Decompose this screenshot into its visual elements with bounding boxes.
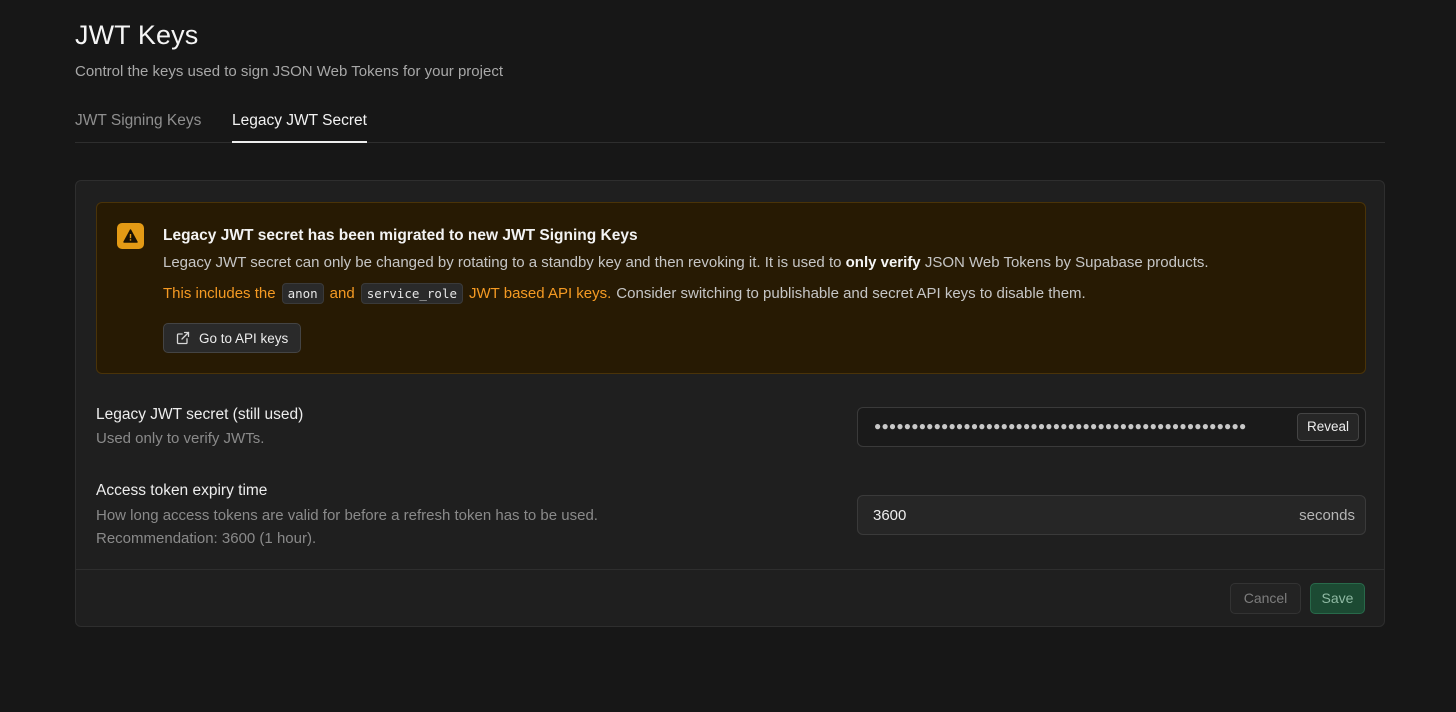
warning-icon xyxy=(117,223,144,249)
go-to-api-keys-button[interactable]: Go to API keys xyxy=(163,323,302,353)
card-footer: Cancel Save xyxy=(76,569,1384,627)
alert-text: JSON Web Tokens by Supabase products. xyxy=(920,254,1209,271)
alert-description: Legacy JWT secret can only be changed by… xyxy=(163,254,1209,271)
settings-card: Legacy JWT secret has been migrated to n… xyxy=(75,180,1385,627)
alert-api-keys-note: This includes the anon and service_role … xyxy=(163,283,1086,304)
expiry-recommendation: Recommendation: 3600 (1 hour). xyxy=(96,530,317,547)
expiry-field: seconds xyxy=(857,495,1366,535)
alert-text: Legacy JWT secret can only be changed by… xyxy=(163,254,846,271)
legacy-secret-label: Legacy JWT secret (still used) xyxy=(96,406,304,423)
anon-key-code: anon xyxy=(281,283,324,304)
tab-bar: JWT Signing Keys Legacy JWT Secret xyxy=(75,106,1385,143)
expiry-unit: seconds xyxy=(1299,507,1355,524)
page-subtitle: Control the keys used to sign JSON Web T… xyxy=(75,63,503,80)
tab-legacy-jwt-secret[interactable]: Legacy JWT Secret xyxy=(232,106,367,143)
page-title: JWT Keys xyxy=(75,20,199,50)
alert-note-text: JWT based API keys. xyxy=(469,285,612,302)
alert-title: Legacy JWT secret has been migrated to n… xyxy=(163,227,638,244)
save-button[interactable]: Save xyxy=(1310,583,1365,614)
legacy-secret-field[interactable]: ●●●●●●●●●●●●●●●●●●●●●●●●●●●●●●●●●●●●●●●●… xyxy=(857,407,1366,447)
reveal-button[interactable]: Reveal xyxy=(1296,413,1359,441)
masked-secret-value: ●●●●●●●●●●●●●●●●●●●●●●●●●●●●●●●●●●●●●●●●… xyxy=(874,419,1247,433)
service-role-key-code: service_role xyxy=(360,283,464,304)
tab-jwt-signing-keys[interactable]: JWT Signing Keys xyxy=(75,106,201,142)
go-to-api-keys-label: Go to API keys xyxy=(199,330,289,346)
alert-note-and: and xyxy=(329,285,355,302)
expiry-input[interactable] xyxy=(858,496,1258,534)
expiry-label: Access token expiry time xyxy=(96,482,268,499)
migration-alert: Legacy JWT secret has been migrated to n… xyxy=(96,202,1366,374)
legacy-secret-description: Used only to verify JWTs. xyxy=(96,430,265,447)
expiry-description: How long access tokens are valid for bef… xyxy=(96,507,598,524)
alert-note-recommendation: Consider switching to publishable and se… xyxy=(616,285,1086,302)
cancel-button[interactable]: Cancel xyxy=(1230,583,1301,614)
alert-note-text: This includes the xyxy=(163,285,276,302)
alert-emphasis: only verify xyxy=(845,254,921,271)
external-link-icon xyxy=(176,331,190,345)
